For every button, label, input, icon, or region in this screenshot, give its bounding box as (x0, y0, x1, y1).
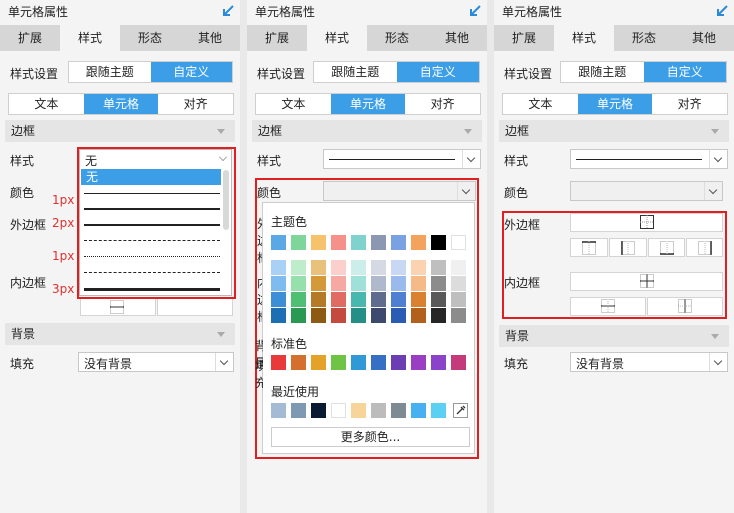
top-tabs: 扩展 样式 形态 其他 (494, 25, 734, 51)
collapse-arrow-icon[interactable] (221, 4, 235, 18)
tab-style[interactable]: 样式 (307, 25, 367, 51)
sub-tabs: 文本 单元格 对齐 (502, 93, 728, 115)
tab-style[interactable]: 样式 (60, 25, 120, 51)
inner-h-border-icon (110, 300, 124, 314)
subtab-text[interactable]: 文本 (503, 94, 578, 114)
cell-properties-panel: 单元格属性 扩展 样式 形态 其他 样式设置 跟随主题 自定义 文本 单元格 对… (494, 0, 734, 513)
border-section-header[interactable]: 边框 (252, 120, 482, 142)
panel-title: 单元格属性 (255, 5, 316, 19)
style-settings-toggle: 跟随主题 自定义 (68, 61, 233, 83)
style-label: 样式 (10, 154, 35, 168)
color-label: 颜色 (10, 186, 35, 200)
annotation-1px: 1px (52, 193, 75, 207)
subtab-align[interactable]: 对齐 (405, 94, 480, 114)
background-section-title: 背景 (505, 329, 530, 343)
style-settings-toggle: 跟随主题 自定义 (313, 61, 480, 83)
fill-label: 填充 (255, 359, 263, 390)
chevron-down-icon (709, 353, 727, 371)
solid-line-preview (329, 159, 455, 160)
chevron-down-icon (709, 150, 727, 168)
tab-other[interactable]: 其他 (180, 25, 240, 51)
follow-theme-option[interactable]: 跟随主题 (561, 62, 644, 82)
outer-border-label: 外边框 (10, 218, 47, 232)
style-settings-label: 样式设置 (257, 67, 306, 81)
tab-form[interactable]: 形态 (367, 25, 427, 51)
custom-option[interactable]: 自定义 (396, 62, 479, 82)
border-section-title: 边框 (258, 124, 283, 138)
sub-tabs: 文本 单元格 对齐 (255, 93, 481, 115)
highlight-box (77, 147, 236, 299)
highlight-box (255, 178, 479, 459)
cell-properties-panel: 单元格属性 扩展 样式 形态 其他 样式设置 跟随主题 自定义 文本 单元格 对… (247, 0, 487, 513)
border-section-title: 边框 (505, 124, 530, 138)
subtab-cell[interactable]: 单元格 (83, 94, 159, 114)
caret-icon (711, 129, 719, 134)
top-tabs: 扩展 样式 形态 其他 (247, 25, 487, 51)
follow-theme-option[interactable]: 跟随主题 (69, 62, 151, 82)
background-section-header[interactable]: 背景 (499, 325, 729, 347)
tab-form[interactable]: 形态 (614, 25, 674, 51)
subtab-cell[interactable]: 单元格 (330, 94, 406, 114)
collapse-arrow-icon[interactable] (468, 4, 482, 18)
top-tabs: 扩展 样式 形态 其他 (0, 25, 240, 51)
fill-value: 没有背景 (576, 357, 625, 371)
cell-properties-panel: 单元格属性 扩展 样式 形态 其他 样式设置 跟随主题 自定义 文本 单元格 对… (0, 0, 240, 513)
background-section-header[interactable]: 背景 (5, 323, 235, 345)
style-settings-label: 样式设置 (504, 67, 553, 81)
inner-v-border-button[interactable] (157, 298, 233, 316)
background-section-title: 背景 (11, 327, 36, 341)
style-settings-toggle: 跟随主题 自定义 (560, 61, 727, 83)
fill-label: 填充 (10, 357, 35, 371)
tab-form[interactable]: 形态 (120, 25, 180, 51)
caret-icon (217, 129, 225, 134)
caret-icon (464, 129, 472, 134)
highlight-box (502, 211, 727, 319)
panel-title: 单元格属性 (8, 5, 69, 19)
annotation-3px: 3px (52, 282, 75, 296)
chevron-down-icon (704, 182, 722, 200)
tab-other[interactable]: 其他 (674, 25, 734, 51)
caret-icon (217, 332, 225, 337)
subtab-align[interactable]: 对齐 (652, 94, 727, 114)
sub-tabs: 文本 单元格 对齐 (8, 93, 234, 115)
fill-value: 没有背景 (84, 357, 133, 371)
subtab-align[interactable]: 对齐 (158, 94, 233, 114)
border-style-select[interactable] (323, 149, 481, 169)
border-color-select[interactable] (570, 181, 723, 201)
tab-extend[interactable]: 扩展 (494, 25, 554, 51)
follow-theme-option[interactable]: 跟随主题 (314, 62, 397, 82)
fill-select[interactable]: 没有背景 (570, 352, 728, 372)
fill-select[interactable]: 没有背景 (78, 352, 234, 372)
border-section-header[interactable]: 边框 (5, 120, 235, 142)
tab-other[interactable]: 其他 (427, 25, 487, 51)
style-settings-label: 样式设置 (10, 67, 59, 81)
border-section-header[interactable]: 边框 (499, 120, 729, 142)
inner-border-label: 内边框 (10, 276, 47, 290)
tab-style[interactable]: 样式 (554, 25, 614, 51)
border-section-title: 边框 (11, 124, 36, 138)
panel-title: 单元格属性 (502, 5, 563, 19)
solid-line-preview (576, 159, 702, 160)
caret-icon (711, 334, 719, 339)
custom-option[interactable]: 自定义 (643, 62, 726, 82)
collapse-arrow-icon[interactable] (715, 4, 729, 18)
border-style-select[interactable] (570, 149, 728, 169)
color-label: 颜色 (504, 186, 529, 200)
chevron-down-icon (215, 353, 233, 371)
tab-extend[interactable]: 扩展 (0, 25, 60, 51)
custom-option[interactable]: 自定义 (150, 62, 232, 82)
style-label: 样式 (257, 154, 282, 168)
tab-extend[interactable]: 扩展 (247, 25, 307, 51)
subtab-text[interactable]: 文本 (256, 94, 331, 114)
fill-label: 填充 (504, 357, 529, 371)
subtab-text[interactable]: 文本 (9, 94, 84, 114)
chevron-down-icon (462, 150, 480, 168)
subtab-cell[interactable]: 单元格 (577, 94, 653, 114)
annotation-1px-dashed: 1px (52, 249, 75, 263)
annotation-2px: 2px (52, 216, 75, 230)
style-label: 样式 (504, 154, 529, 168)
